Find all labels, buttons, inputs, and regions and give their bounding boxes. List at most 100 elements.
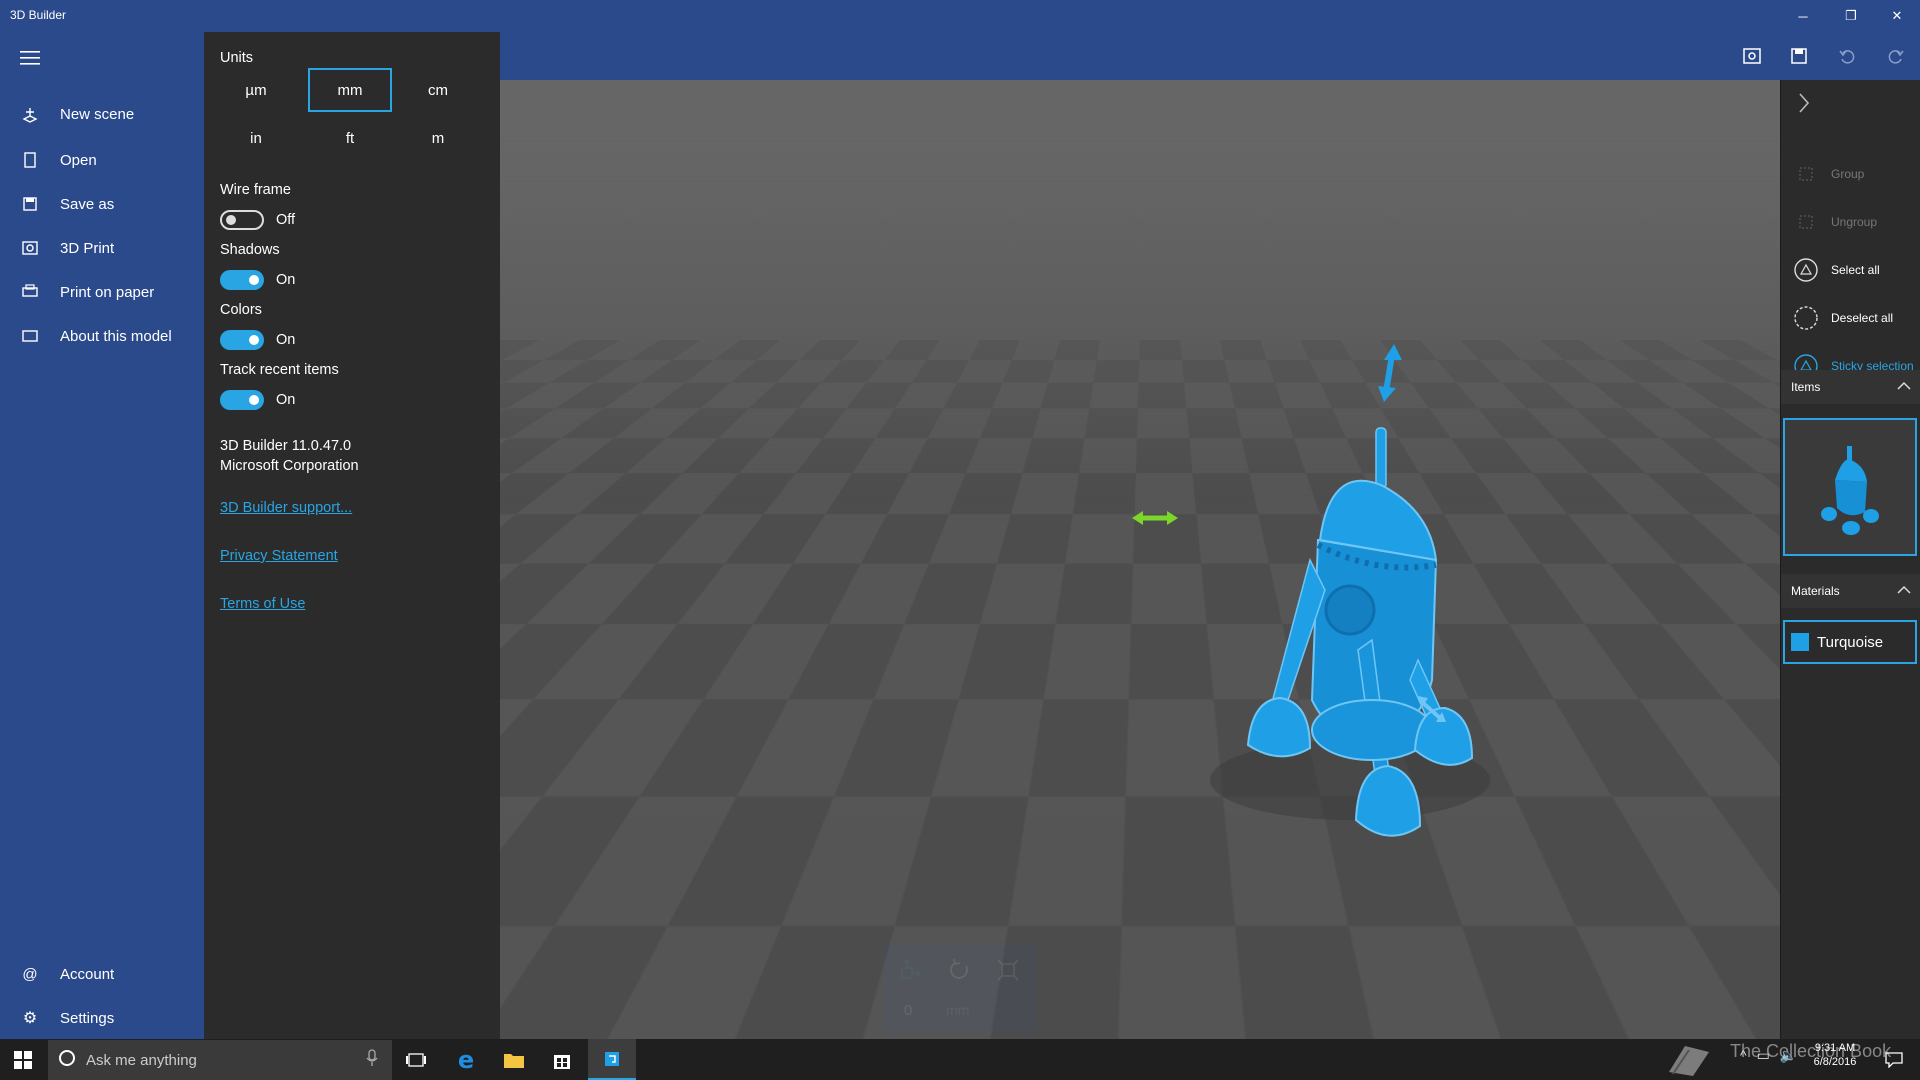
save-icon — [1791, 48, 1807, 64]
3d-viewport[interactable] — [500, 80, 1780, 1039]
nav-account[interactable]: @ Account — [0, 956, 204, 992]
start-button[interactable] — [0, 1039, 46, 1080]
select-all-icon — [1781, 257, 1831, 283]
microphone-icon[interactable] — [366, 1049, 378, 1071]
shadows-state: On — [276, 272, 296, 288]
clock-time: 9:31 AM — [1814, 1042, 1856, 1054]
select-all-label: Select all — [1831, 263, 1880, 277]
shadows-toggle[interactable] — [220, 270, 264, 290]
group-button[interactable]: Group — [1781, 154, 1920, 194]
colors-label: Colors — [220, 302, 262, 318]
search-placeholder: Ask me anything — [86, 1051, 197, 1069]
save-toolbar-button[interactable] — [1787, 44, 1811, 68]
new-scene-icon — [0, 105, 60, 123]
redo-button[interactable] — [1884, 44, 1908, 68]
nav-label: About this model — [60, 327, 172, 345]
nav-new-scene[interactable]: New scene — [0, 96, 204, 132]
account-icon: @ — [22, 965, 38, 983]
colors-state: On — [276, 332, 296, 348]
item-thumbnail[interactable] — [1783, 418, 1917, 556]
vertical-move-handle-icon — [1378, 344, 1402, 402]
nav-settings[interactable]: ⚙ Settings — [0, 1000, 204, 1036]
select-all-button[interactable]: Select all — [1781, 250, 1920, 290]
rocket-model[interactable] — [1160, 260, 1500, 860]
items-header-label: Items — [1791, 380, 1821, 394]
nav-save-as[interactable]: Save as — [0, 186, 204, 222]
volume-icon[interactable]: 🔈 — [1780, 1047, 1797, 1064]
wireframe-label: Wire frame — [220, 182, 291, 198]
ungroup-button[interactable]: Ungroup — [1781, 202, 1920, 242]
edge-browser-icon[interactable]: e — [442, 1039, 490, 1080]
network-icon[interactable]: ▭ — [1757, 1047, 1770, 1064]
nav-about-this-model[interactable]: About this model — [0, 318, 204, 354]
group-label: Group — [1831, 167, 1865, 181]
clock[interactable]: 9:31 AM 6/8/2016 — [1808, 1042, 1862, 1068]
scale-tool-icon[interactable] — [994, 956, 1022, 984]
chevron-up-icon[interactable]: ^ — [1740, 1047, 1747, 1064]
close-button[interactable]: ✕ — [1874, 0, 1920, 32]
store-icon[interactable] — [538, 1039, 586, 1080]
3d-builder-taskbar-icon[interactable] — [588, 1039, 636, 1080]
cortana-search-box[interactable]: Ask me anything — [48, 1040, 392, 1080]
task-view-icon[interactable] — [392, 1039, 440, 1080]
nav-label: Print on paper — [60, 283, 155, 301]
unit-m-button[interactable]: m — [396, 116, 480, 160]
hamburger-menu-icon[interactable] — [20, 50, 42, 66]
unit-ft-button[interactable]: ft — [308, 116, 392, 160]
deselect-all-button[interactable]: Deselect all — [1781, 298, 1920, 338]
unit-um-button[interactable]: µm — [214, 68, 298, 112]
chevron-right-icon[interactable] — [1797, 92, 1811, 119]
ungroup-icon — [1781, 213, 1831, 231]
restore-button[interactable]: ❐ — [1828, 0, 1874, 32]
horizontal-move-handle-icon[interactable] — [1132, 510, 1178, 526]
nav-label: Account — [60, 965, 115, 983]
action-center-icon[interactable] — [1870, 1039, 1918, 1080]
items-header[interactable]: Items — [1781, 370, 1920, 404]
track-recent-toggle[interactable] — [220, 390, 264, 410]
track-recent-state: On — [276, 392, 296, 408]
material-label: Turquoise — [1817, 633, 1884, 651]
print3d-icon — [1743, 48, 1761, 64]
print-paper-icon — [0, 284, 60, 300]
nav-print-on-paper[interactable]: Print on paper — [0, 274, 204, 310]
privacy-link[interactable]: Privacy Statement — [220, 548, 338, 564]
nav-open[interactable]: Open — [0, 142, 204, 178]
settings-panel: Units µm mm cm in ft m Wire frame Off Sh… — [204, 32, 500, 1039]
gear-icon: ⚙ — [22, 1010, 38, 1027]
file-explorer-icon[interactable] — [490, 1039, 538, 1080]
support-link[interactable]: 3D Builder support... — [220, 500, 352, 516]
unit-cm-button[interactable]: cm — [396, 68, 480, 112]
nav-label: Settings — [60, 1009, 115, 1027]
chevron-up-icon — [1897, 380, 1911, 394]
colors-toggle[interactable] — [220, 330, 264, 350]
save-icon — [0, 196, 60, 212]
terms-link[interactable]: Terms of Use — [220, 596, 305, 612]
unit-mm-button[interactable]: mm — [308, 68, 392, 112]
nav-label: Open — [60, 151, 97, 169]
print3d-toolbar-button[interactable] — [1740, 44, 1764, 68]
unit-in-button[interactable]: in — [214, 116, 298, 160]
materials-header-label: Materials — [1791, 584, 1840, 598]
wireframe-state: Off — [276, 212, 296, 228]
nav-label: Save as — [60, 195, 115, 213]
window-title: 3D Builder — [10, 8, 67, 22]
material-turquoise[interactable]: Turquoise — [1783, 620, 1917, 664]
undo-icon — [1839, 50, 1855, 64]
nav-label: 3D Print — [60, 239, 115, 257]
transform-value[interactable]: 0 — [904, 1002, 912, 1019]
wireframe-toggle[interactable] — [220, 210, 264, 230]
shadows-label: Shadows — [220, 242, 280, 258]
ungroup-label: Ungroup — [1831, 215, 1878, 229]
right-panel: Group Ungroup Select all Deselect all St… — [1780, 80, 1920, 1039]
rotate-tool-icon[interactable] — [946, 956, 974, 984]
undo-button[interactable] — [1835, 44, 1859, 68]
redo-icon — [1888, 50, 1904, 64]
about-icon — [0, 329, 60, 343]
materials-header[interactable]: Materials — [1781, 574, 1920, 608]
book-logo-icon — [1664, 1039, 1714, 1080]
group-icon — [1781, 165, 1831, 183]
version-text: 3D Builder 11.0.47.0 — [220, 438, 352, 454]
minimize-button[interactable]: ─ — [1780, 0, 1826, 32]
move-tool-icon[interactable] — [896, 956, 924, 984]
nav-3d-print[interactable]: 3D Print — [0, 230, 204, 266]
